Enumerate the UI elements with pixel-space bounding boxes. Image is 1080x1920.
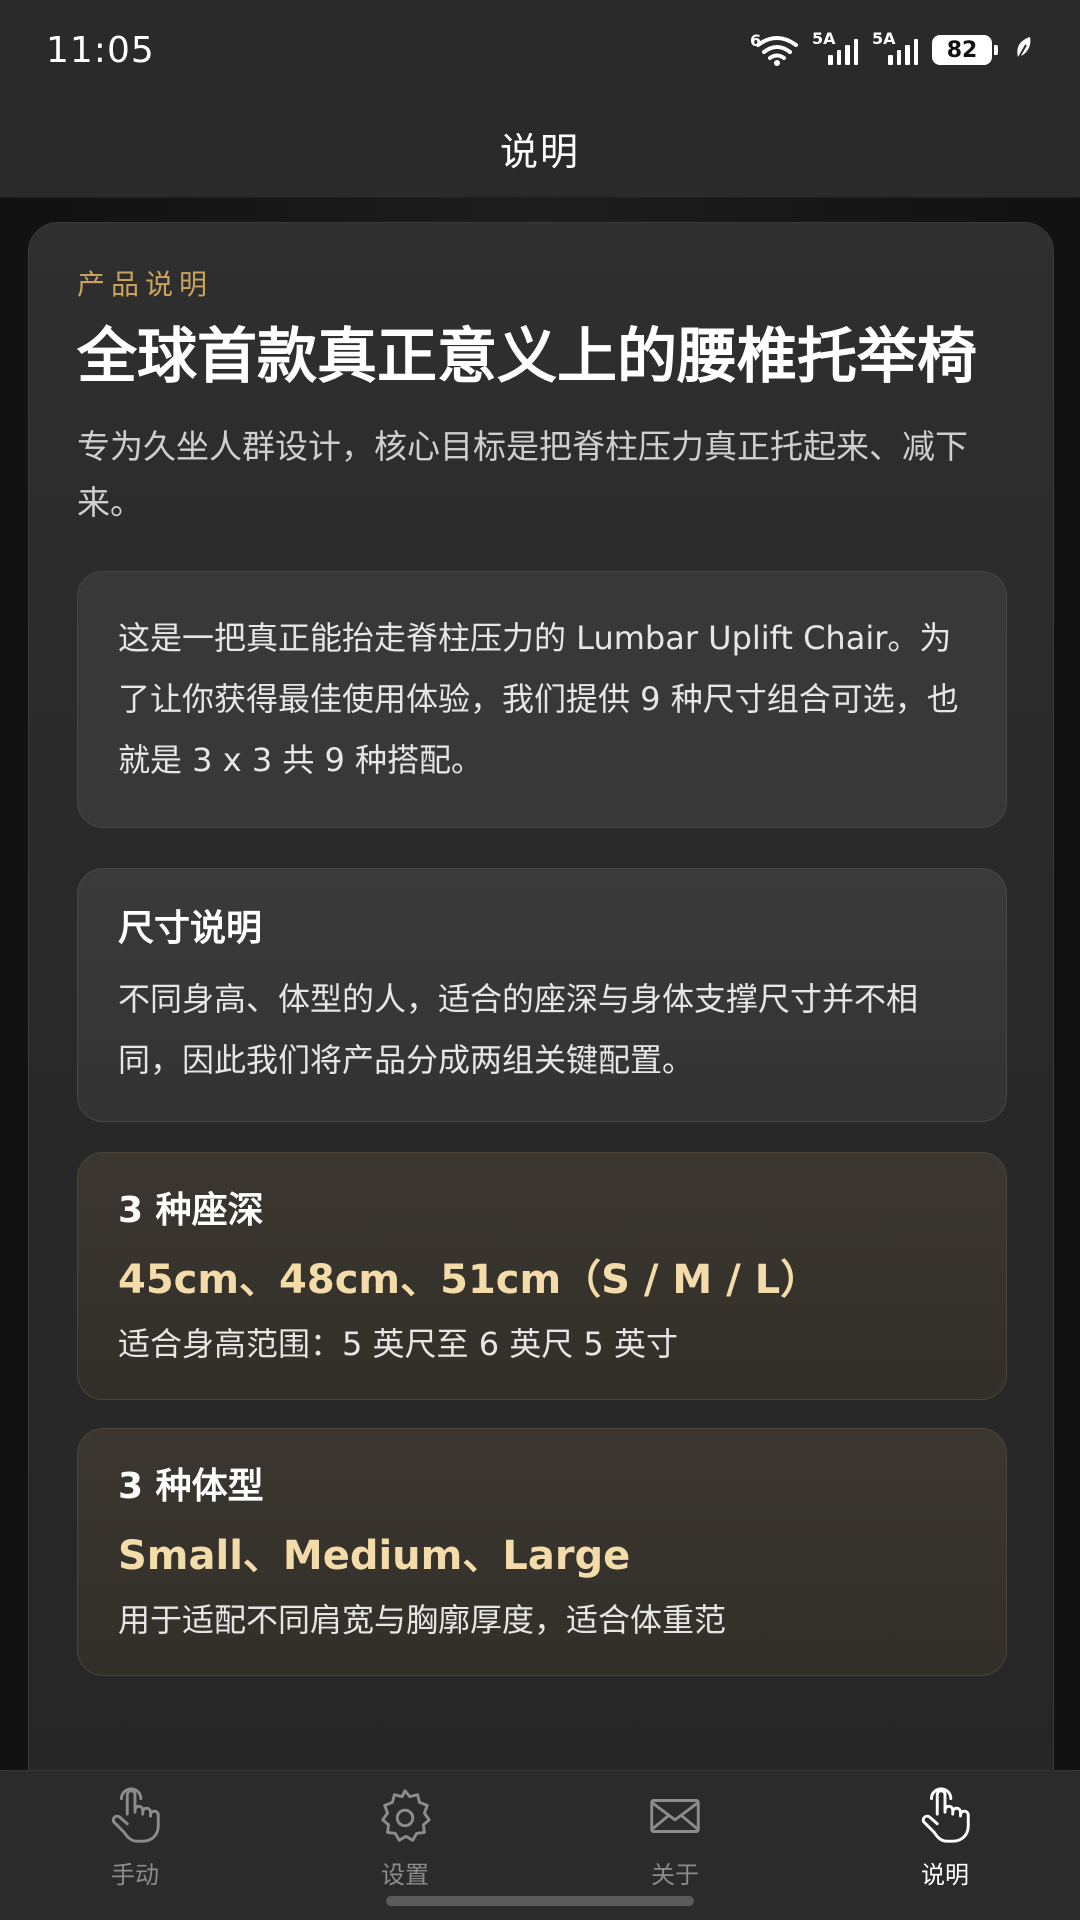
product-description-card: 产品说明 全球首款真正意义上的腰椎托举椅 专为久坐人群设计，核心目标是把脊柱压力…: [28, 222, 1054, 1770]
seat-depth-title: 3 种座深: [118, 1190, 264, 1231]
page-title: 说明: [499, 130, 580, 174]
seat-depth-box: 3 种座深 45cm、48cm、51cm（S / M / L） 适合身高范围：5…: [77, 1152, 1007, 1400]
status-bar: 11:05 6 5A 5A 82: [0, 0, 1080, 100]
nav-label-settings: 设置: [381, 1861, 429, 1889]
screen: 11:05 6 5A 5A 82 说明 产品说明 全球首款真正意义上的腰椎托举椅…: [0, 0, 1080, 1920]
product-headline: 全球首款真正意义上的腰椎托举椅: [77, 322, 977, 392]
wifi-icon: 6: [750, 31, 798, 67]
intro-info-text: 这是一把真正能抬走脊柱压力的 Lumbar Uplift Chair。为了让你获…: [118, 619, 959, 779]
app-header: 说明: [0, 100, 1080, 198]
nav-item-manual[interactable]: 手动: [35, 1785, 235, 1920]
battery-level: 82: [946, 37, 978, 63]
nav-item-instructions[interactable]: 说明: [845, 1785, 1045, 1920]
hand-pointer-icon: [914, 1785, 976, 1851]
intro-info-box: 这是一把真正能抬走脊柱压力的 Lumbar Uplift Chair。为了让你获…: [77, 571, 1007, 828]
nav-label-manual: 手动: [111, 1861, 159, 1889]
seat-depth-height-range: 适合身高范围：5 英尺至 6 英尺 5 英寸: [118, 1325, 678, 1363]
battery-icon: 82: [932, 35, 998, 65]
leaf-icon: [1014, 35, 1034, 65]
envelope-icon: [644, 1785, 706, 1851]
section-eyebrow: 产品说明: [77, 268, 214, 301]
cellular-signal-icon-1: 5A: [812, 29, 858, 65]
body-type-text: 用于适配不同肩宽与胸廓厚度，适合体重范: [118, 1601, 727, 1639]
nav-label-instructions: 说明: [921, 1861, 969, 1889]
cellular-signal-icon-2: 5A: [872, 29, 918, 65]
hand-pointer-icon: [104, 1785, 166, 1851]
seat-depth-options: 45cm、48cm、51cm（S / M / L）: [118, 1257, 821, 1303]
size-explanation-box: 尺寸说明 不同身高、体型的人，适合的座深与身体支撑尺寸并不相同，因此我们将产品分…: [77, 868, 1007, 1122]
status-time: 11:05: [46, 29, 155, 71]
gear-icon: [374, 1785, 436, 1851]
nav-label-about: 关于: [651, 1861, 699, 1889]
sim1-label: 5A: [812, 29, 836, 48]
home-indicator[interactable]: [386, 1896, 694, 1906]
body-type-options: Small、Medium、Large: [118, 1533, 631, 1579]
product-subtitle: 专为久坐人群设计，核心目标是把脊柱压力真正托起来、减下来。: [77, 427, 968, 522]
status-icons: 6 5A 5A 82: [750, 29, 1034, 67]
size-explanation-text: 不同身高、体型的人，适合的座深与身体支撑尺寸并不相同，因此我们将产品分成两组关键…: [118, 980, 919, 1079]
body-type-box: 3 种体型 Small、Medium、Large 用于适配不同肩宽与胸廓厚度，适…: [77, 1428, 1007, 1676]
size-explanation-title: 尺寸说明: [118, 908, 263, 949]
sim2-label: 5A: [872, 29, 896, 48]
scroll-content[interactable]: 产品说明 全球首款真正意义上的腰椎托举椅 专为久坐人群设计，核心目标是把脊柱压力…: [0, 198, 1080, 1770]
body-type-title: 3 种体型: [118, 1466, 264, 1507]
